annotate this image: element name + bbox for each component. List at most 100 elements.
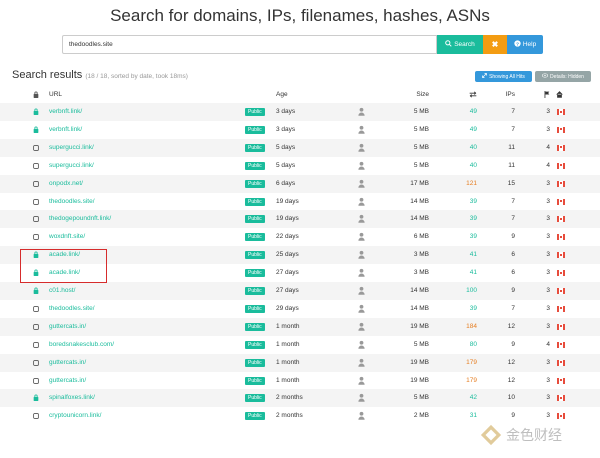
result-url-link[interactable]: boredsnakesclub.com/ (49, 336, 114, 354)
visibility-badge: Public (245, 358, 265, 367)
result-url-link[interactable]: verbnft.link/ (49, 121, 82, 139)
result-url-link[interactable]: supergucci.link/ (49, 139, 94, 157)
table-row[interactable]: guttercats.in/Public 1 month 19 MB 179 12 3 (0, 372, 600, 390)
flag-column-icon[interactable] (534, 89, 550, 103)
table-row[interactable]: verbnft.link/Public 3 days 5 MB 49 7 3 (0, 121, 600, 139)
size-value: 5 MB (413, 340, 429, 348)
age-value: 5 days (276, 161, 296, 169)
user-icon (358, 340, 365, 349)
user-icon (358, 358, 365, 367)
lock-column-icon (33, 89, 41, 103)
search-button[interactable]: Search (437, 35, 483, 54)
result-url-link[interactable]: cryptounicorn.link/ (49, 407, 101, 425)
ips-count: 10 (507, 394, 515, 402)
visibility-badge: Public (245, 179, 265, 188)
table-row[interactable]: guttercats.in/Public 1 month 19 MB 184 12 3 (0, 317, 600, 336)
table-row[interactable]: supergucci.link/Public 5 days 5 MB 40 11 4 (0, 157, 600, 175)
visibility-badge: Public (245, 143, 265, 152)
size-column-header[interactable]: Size (395, 89, 429, 101)
lock-icon (33, 394, 41, 402)
help-icon: ? (514, 40, 521, 49)
canada-flag-icon (557, 323, 565, 330)
visibility-badge: Public (245, 394, 265, 403)
watermark-logo-icon (480, 424, 502, 446)
flag-count: 3 (546, 287, 550, 294)
ips-column-header[interactable]: IPs (497, 89, 515, 101)
search-input[interactable] (62, 35, 437, 54)
visibility-badge: Public (245, 287, 265, 295)
age-column-header[interactable]: Age (276, 89, 288, 101)
table-row[interactable]: verbnft.link/Public 3 days 5 MB 49 7 3 (0, 103, 600, 121)
help-button[interactable]: ? Help (507, 35, 543, 54)
table-row[interactable]: boredsnakesclub.com/Public 1 month 5 MB 80 9… (0, 336, 600, 354)
result-url-link[interactable]: spinalfoxes.link/ (49, 389, 95, 407)
hash-count: 100 (466, 287, 477, 294)
age-value: 1 month (276, 358, 300, 366)
results-meta: (18 / 18, sorted by date, took 18ms) (85, 73, 188, 80)
table-row[interactable]: guttercats.in/Public 1 month 19 MB 179 12 3 (0, 353, 600, 372)
result-url-link[interactable]: guttercats.in/ (49, 372, 86, 390)
user-icon (358, 107, 365, 116)
url-column-header[interactable]: URL (49, 89, 62, 101)
ips-count: 7 (511, 304, 515, 312)
table-row[interactable]: c01.host/Public 27 days 14 MB 100 9 3 (0, 282, 600, 300)
table-row[interactable]: woxdnft.site/Public 22 days 6 MB 39 9 3 (0, 228, 600, 246)
table-row[interactable]: cryptounicorn.link/Public 2 months 2 MB 31 9… (0, 407, 600, 425)
show-all-hits-button[interactable]: Showing All Hits (475, 71, 532, 82)
flag-count: 4 (546, 340, 550, 348)
visibility-badge: Public (245, 376, 265, 385)
size-value: 14 MB (410, 215, 429, 223)
age-value: 19 days (276, 215, 299, 223)
canada-flag-icon (557, 413, 565, 420)
flag-count: 3 (546, 376, 550, 384)
hash-count: 40 (469, 143, 477, 151)
search-icon (445, 40, 452, 49)
age-value: 29 days (276, 304, 299, 312)
result-url-link[interactable]: thedoodles.site/ (49, 300, 95, 318)
watermark: 金色财经 (480, 424, 562, 446)
flag-count: 4 (546, 161, 550, 169)
result-url-link[interactable]: guttercats.in/ (49, 318, 86, 336)
user-icon (358, 304, 365, 313)
flag-count: 3 (546, 322, 550, 330)
canada-flag-icon (557, 216, 565, 223)
result-url-link[interactable]: woxdnft.site/ (49, 228, 85, 246)
visibility-badge: Public (245, 269, 265, 278)
home-column-icon[interactable] (556, 89, 563, 103)
ips-count: 9 (511, 340, 515, 348)
expand-icon (482, 73, 487, 80)
age-value: 27 days (276, 269, 299, 277)
canada-flag-icon (557, 288, 565, 294)
user-icon (358, 125, 365, 134)
table-row[interactable]: supergucci.link/Public 5 days 5 MB 40 11 4 (0, 138, 600, 157)
result-url-link[interactable]: guttercats.in/ (49, 354, 86, 372)
square-icon (33, 216, 41, 223)
table-row[interactable]: thedogepoundnft.link/Public 19 days 14 MB 3… (0, 210, 600, 229)
result-url-link[interactable]: thedogepoundnft.link/ (49, 210, 111, 228)
size-value: 5 MB (413, 108, 429, 115)
canada-flag-icon (557, 305, 565, 312)
flag-count: 3 (546, 179, 550, 187)
ips-count: 9 (511, 287, 515, 294)
visibility-badge: Public (245, 251, 265, 260)
visibility-badge: Public (245, 161, 265, 170)
hash-count: 42 (469, 394, 477, 402)
details-toggle-button[interactable]: Details: Hidden (535, 71, 591, 82)
size-value: 19 MB (410, 358, 429, 366)
result-url-link[interactable]: onpodx.net/ (49, 175, 83, 193)
result-url-link[interactable]: verbnft.link/ (49, 103, 82, 121)
visibility-badge: Public (245, 412, 265, 421)
flag-count: 3 (546, 358, 550, 366)
table-row[interactable]: thedoodles.site/Public 29 days 14 MB 39 7 3 (0, 300, 600, 318)
result-url-link[interactable]: thedoodles.site/ (49, 193, 95, 211)
table-row[interactable]: spinalfoxes.link/Public 2 months 5 MB 42 10 3 (0, 389, 600, 408)
size-value: 14 MB (410, 304, 429, 312)
exchange-column-icon[interactable] (455, 89, 477, 103)
help-button-label: Help (522, 41, 537, 48)
table-row[interactable]: thedoodles.site/Public 19 days 14 MB 39 7 3 (0, 193, 600, 211)
size-value: 5 MB (413, 125, 429, 133)
result-url-link[interactable]: supergucci.link/ (49, 157, 94, 175)
table-row[interactable]: onpodx.net/Public 6 days 17 MB 121 15 3 (0, 174, 600, 193)
clear-button[interactable]: ✖ (483, 35, 507, 54)
result-url-link[interactable]: c01.host/ (49, 282, 75, 300)
